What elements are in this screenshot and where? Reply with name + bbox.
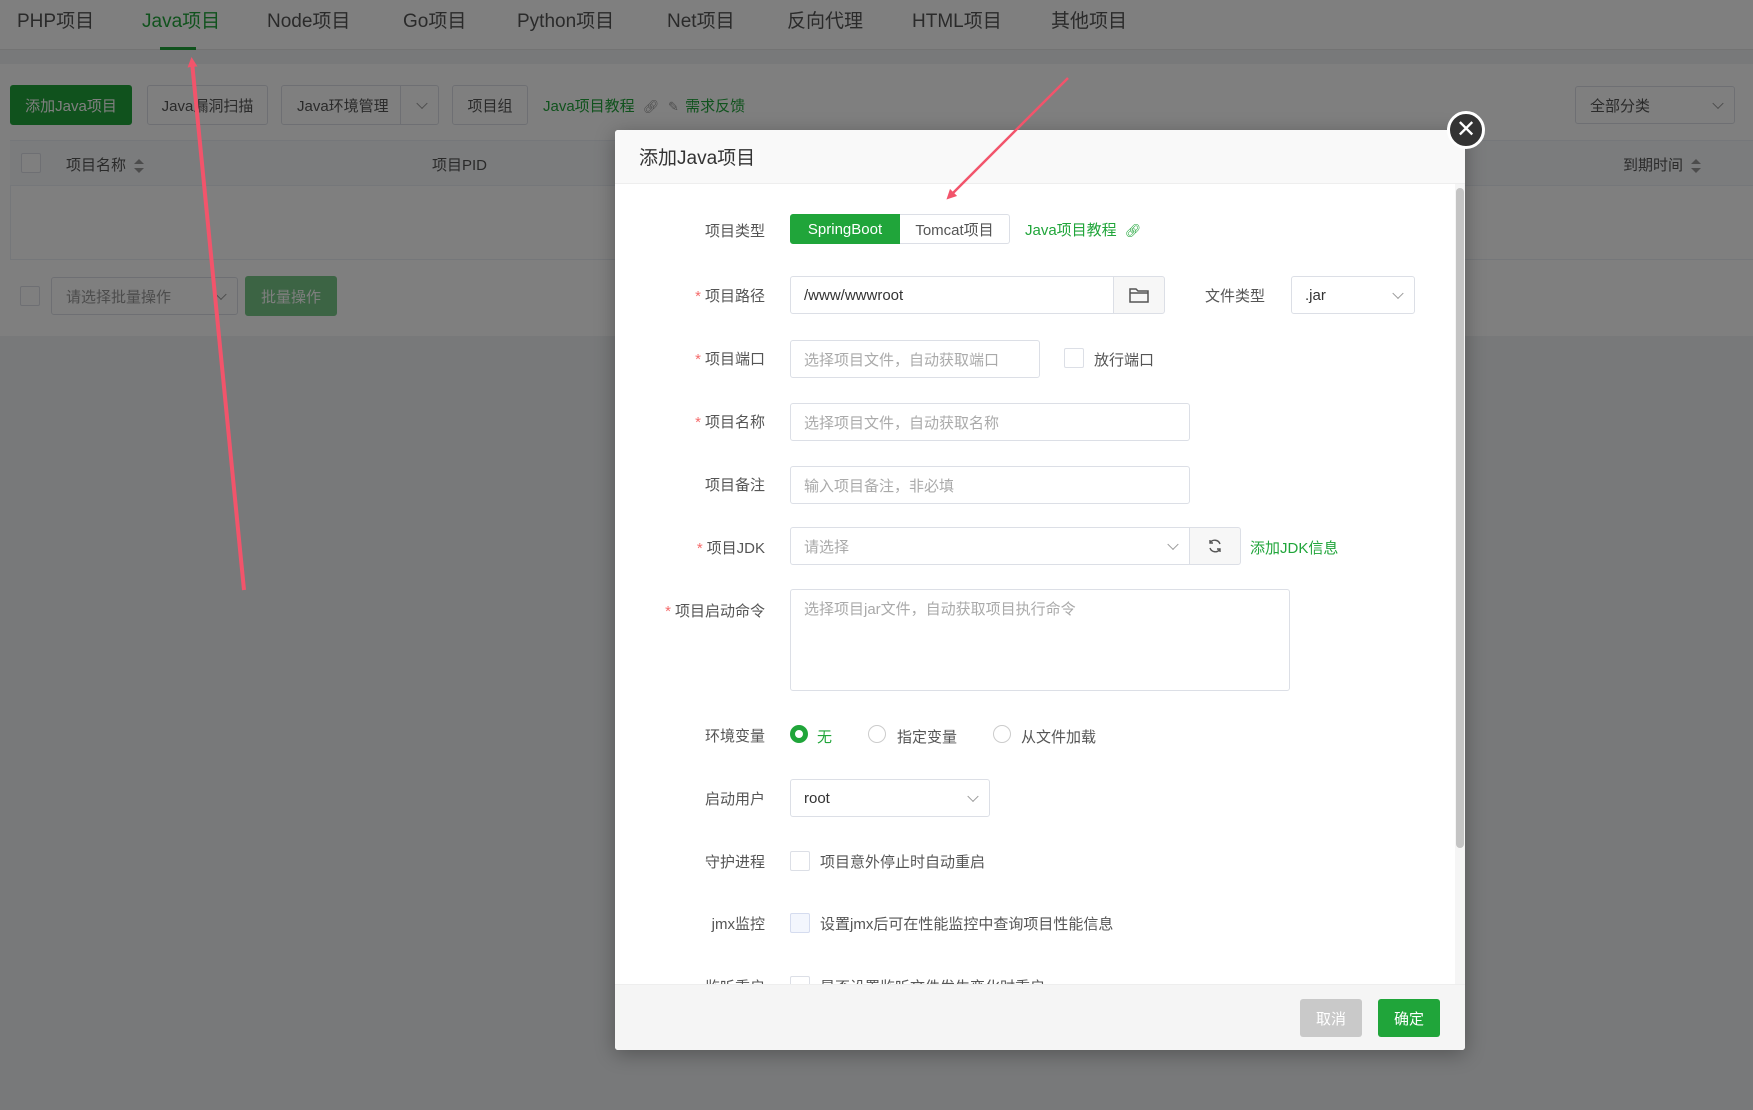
env-file-radio[interactable] [993,725,1011,743]
chevron-down-icon [1392,287,1404,300]
project-note-label: 项目备注 [704,477,765,494]
folder-icon [1129,288,1149,303]
watch-restart-checkbox[interactable] [790,976,810,984]
project-port-input[interactable]: 选择项目文件，自动获取端口 [790,340,1040,378]
project-name-input[interactable]: 选择项目文件，自动获取名称 [790,403,1190,441]
project-jdk-select[interactable]: 请选择 [790,527,1190,565]
chevron-down-icon [1167,538,1179,551]
required-mark: * [695,288,701,305]
add-java-project-dialog: 添加Java项目 项目类型 SpringBoot Tomcat项目 Java项目… [615,130,1465,1050]
jmx-checkbox[interactable] [790,913,810,933]
project-jdk-placeholder: 请选择 [804,538,850,556]
dialog-body: 项目类型 SpringBoot Tomcat项目 Java项目教程 🔗︎ * 项目… [615,184,1465,984]
project-path-input[interactable]: /www/wwwroot [790,276,1114,314]
env-file-label: 从文件加载 [1021,729,1097,746]
file-type-value: .jar [1305,286,1326,304]
project-jdk-label-text: 项目JDK [706,540,765,557]
file-type-select[interactable]: .jar [1291,276,1415,314]
dialog-title: 添加Java项目 [615,130,1465,184]
refresh-jdk-button[interactable] [1189,527,1241,565]
start-user-value: root [804,789,830,807]
open-port-label: 放行端口 [1094,352,1155,369]
refresh-icon [1209,539,1221,553]
cancel-button[interactable]: 取消 [1300,999,1362,1037]
java-tutorial-dialog-label: Java项目教程 [1025,222,1117,239]
file-type-label: 文件类型 [1205,288,1266,305]
project-port-label-text: 项目端口 [704,351,765,368]
watch-restart-text: 是否设置监听文件发生变化时重启 [820,976,1045,984]
watch-restart-label: 监听重启 [705,976,765,984]
confirm-button[interactable]: 确定 [1378,999,1440,1037]
project-name-label-text: 项目名称 [704,414,765,431]
type-springboot-option[interactable]: SpringBoot [790,214,900,244]
project-path-label-text: 项目路径 [704,288,765,305]
start-command-label: * 项目启动命令 [665,600,765,621]
add-jdk-info-link[interactable]: 添加JDK信息 [1250,537,1338,558]
scrollbar-thumb[interactable] [1456,188,1464,848]
env-vars-label: 环境变量 [704,728,765,745]
link-icon: 🔗︎ [1124,223,1142,238]
project-jdk-label: * 项目JDK [697,537,765,558]
required-mark: * [665,603,671,620]
daemon-checkbox[interactable] [790,851,810,871]
jmx-label: jmx监控 [711,916,765,933]
required-mark: * [695,351,701,368]
required-mark: * [696,540,703,557]
env-specify-label: 指定变量 [897,729,958,746]
project-name-label: * 项目名称 [695,411,765,432]
type-tomcat-option[interactable]: Tomcat项目 [900,214,1010,244]
close-dialog-button[interactable]: ✕ [1447,111,1485,149]
project-type-label: 项目类型 [704,223,765,240]
project-path-label: * 项目路径 [695,285,765,306]
browse-folder-button[interactable] [1113,276,1165,314]
project-note-input[interactable]: 输入项目备注，非必填 [790,466,1190,504]
start-command-label-text: 项目启动命令 [674,603,765,620]
jmx-text: 设置jmx后可在性能监控中查询项目性能信息 [820,916,1114,933]
required-mark: * [695,414,701,431]
env-none-label: 无 [817,729,833,746]
open-port-checkbox[interactable] [1064,348,1084,368]
project-port-label: * 项目端口 [695,348,765,369]
daemon-label: 守护进程 [704,854,765,871]
env-none-radio[interactable] [790,725,808,743]
env-specify-radio[interactable] [868,725,886,743]
start-user-select[interactable]: root [790,779,990,817]
dialog-footer: 取消 确定 [615,984,1465,1050]
start-command-textarea[interactable]: 选择项目jar文件，自动获取项目执行命令 [790,589,1290,691]
daemon-text: 项目意外停止时自动重启 [820,854,986,871]
dialog-scrollbar[interactable] [1455,184,1465,984]
java-tutorial-link-dialog[interactable]: Java项目教程 🔗︎ [1025,219,1141,240]
start-user-label: 启动用户 [704,791,765,808]
close-icon: ✕ [1455,116,1477,143]
chevron-down-icon [967,790,979,803]
